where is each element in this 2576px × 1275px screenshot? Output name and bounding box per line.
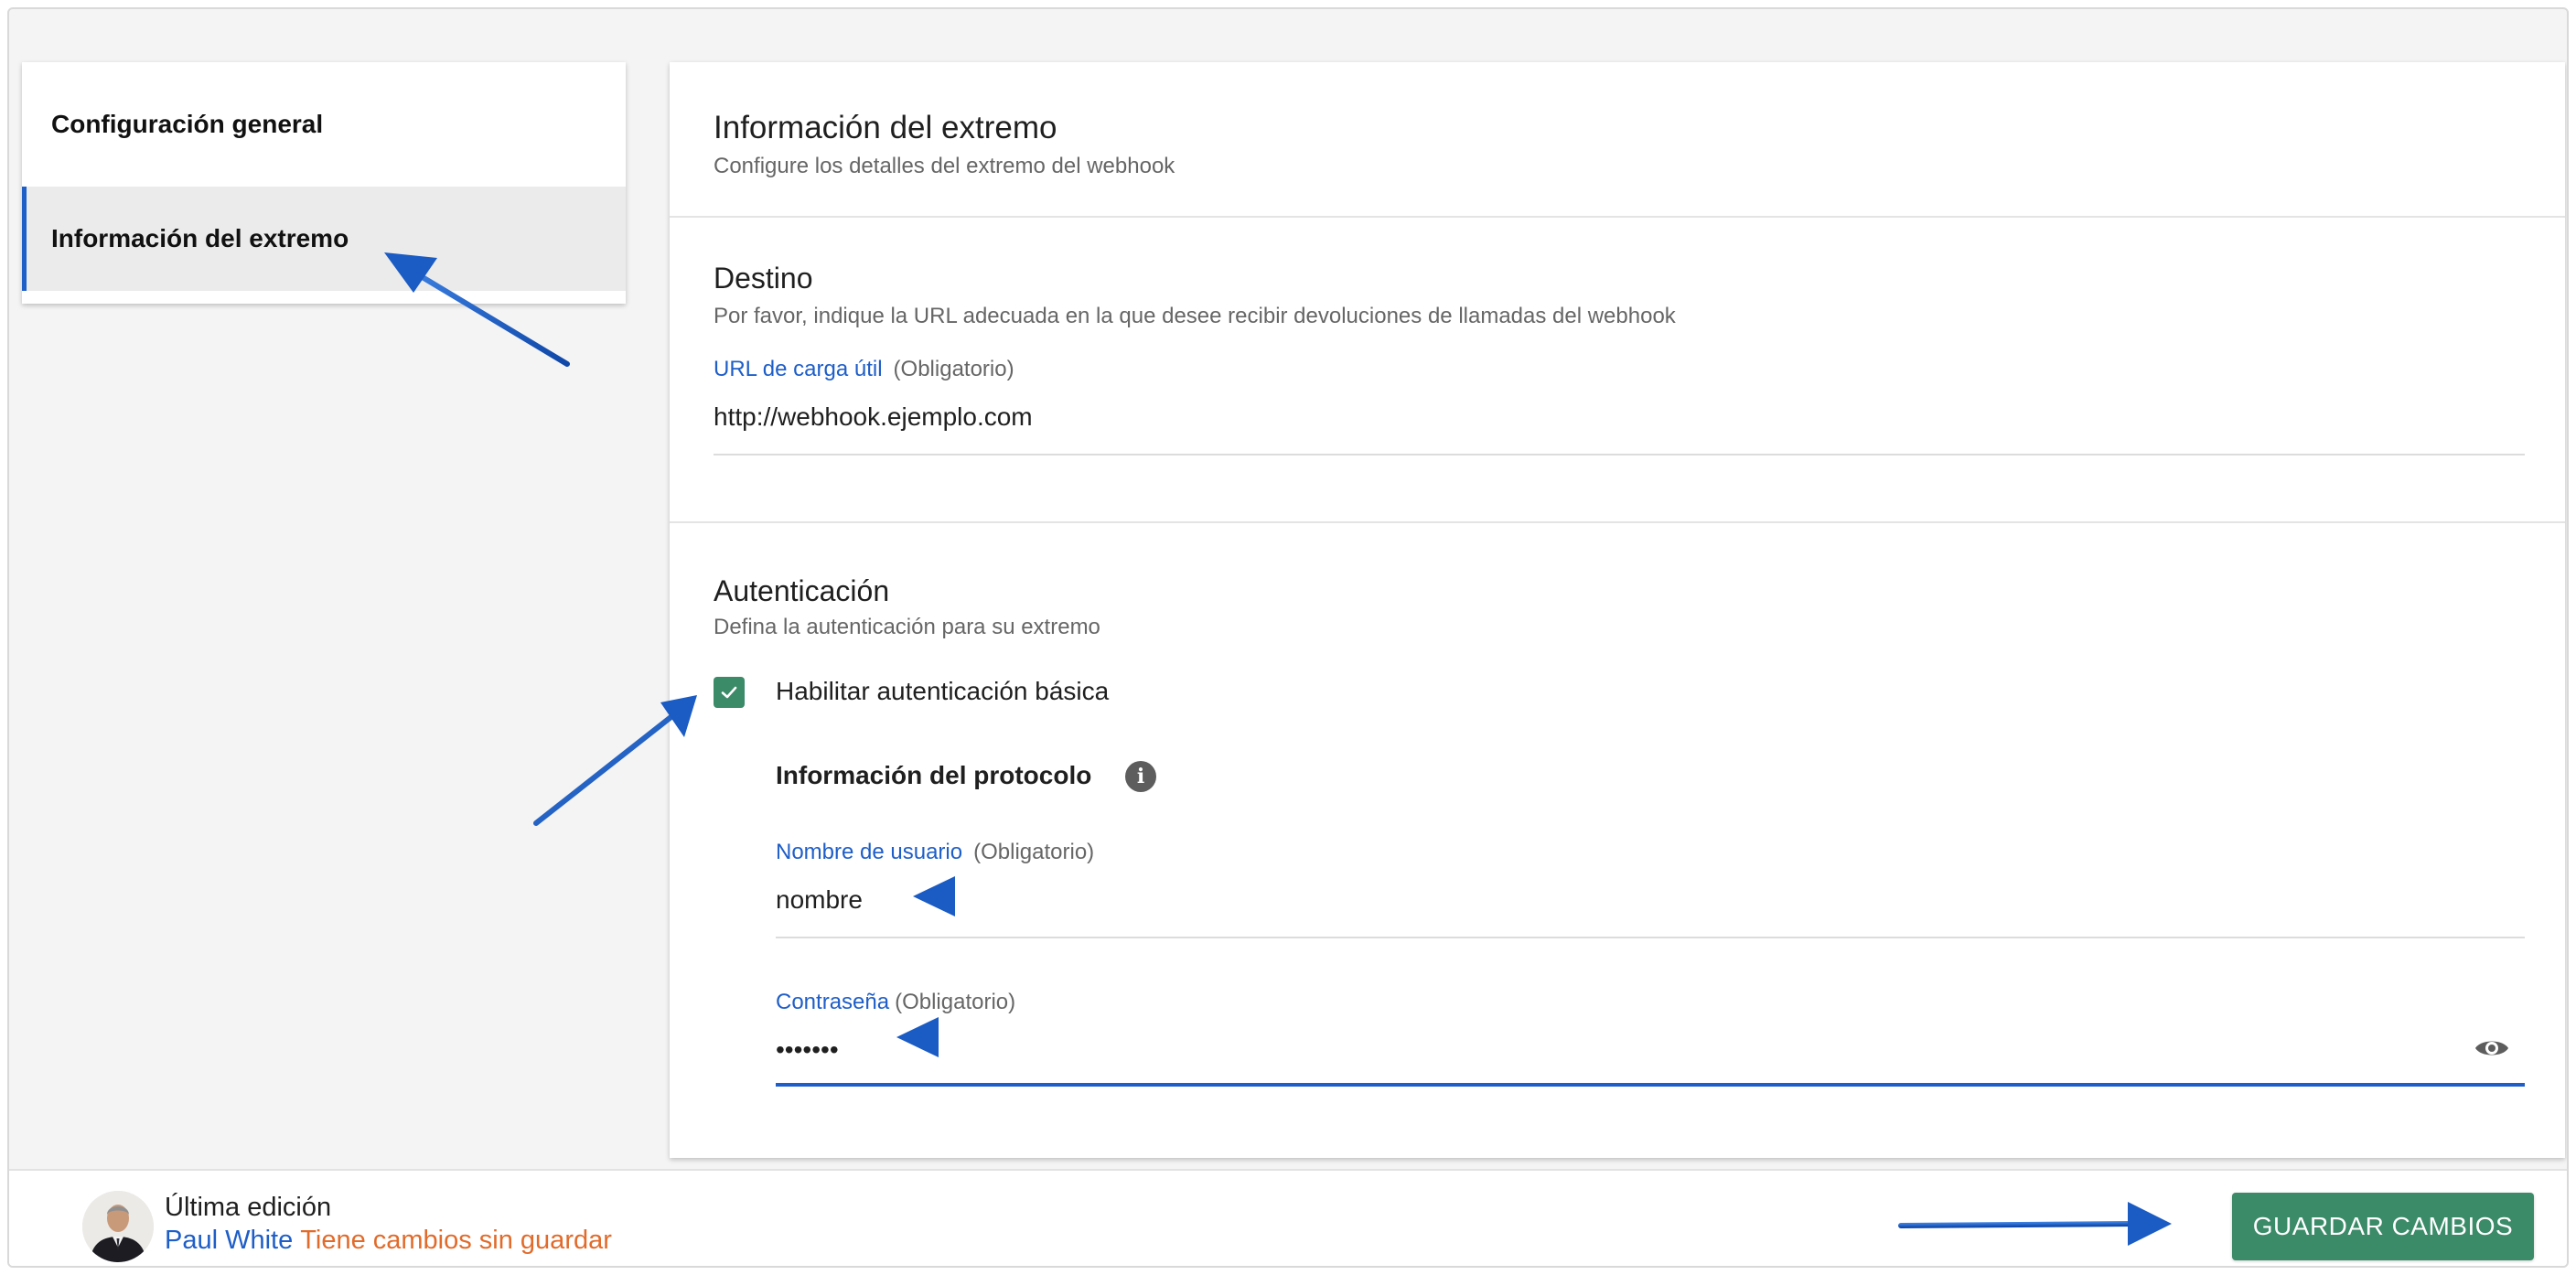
app-window: Configuración general Información del ex…	[7, 7, 2569, 1268]
url-input[interactable]: http://webhook.ejemplo.com	[714, 402, 1033, 432]
auth-subtitle: Defina la autenticación para su extremo	[714, 615, 1100, 639]
page-subtitle: Configure los detalles del extremo del w…	[714, 154, 1175, 178]
auth-title: Autenticación	[714, 574, 890, 607]
last-edit-label: Última edición	[165, 1193, 332, 1222]
password-required-note: (Obligatorio)	[895, 990, 1016, 1014]
password-input[interactable]: •••••••	[776, 1035, 839, 1065]
url-required-note: (Obligatorio)	[893, 357, 1014, 381]
avatar-image	[82, 1191, 154, 1262]
url-label: URL de carga útil (Obligatorio)	[714, 357, 1014, 382]
username-label-text: Nombre de usuario	[776, 840, 963, 864]
destination-subtitle: Por favor, indique la URL adecuada en la…	[714, 304, 1676, 328]
username-input-underline	[776, 937, 2525, 938]
basic-auth-checkbox[interactable]	[714, 677, 745, 708]
sidebar-item-label: Información del extremo	[51, 224, 349, 252]
username-input[interactable]: nombre	[776, 885, 863, 915]
last-edit-info: Paul White Tiene cambios sin guardar	[165, 1226, 612, 1256]
protocol-info-title: Información del protocolo	[776, 761, 1092, 789]
sidebar-item-endpoint-info[interactable]: Información del extremo	[22, 187, 626, 291]
sidebar-item-label: Configuración general	[51, 110, 324, 138]
sidebar-item-general-settings[interactable]: Configuración general	[22, 62, 626, 187]
save-changes-button[interactable]: GUARDAR CAMBIOS	[2232, 1193, 2534, 1260]
page-title: Información del extremo	[714, 110, 1057, 145]
unsaved-status: Tiene cambios sin guardar	[300, 1226, 612, 1255]
user-name[interactable]: Paul White	[165, 1226, 293, 1255]
eye-icon[interactable]	[2474, 1035, 2510, 1061]
basic-auth-label[interactable]: Habilitar autenticación básica	[776, 677, 1109, 706]
check-icon	[721, 686, 737, 699]
destination-title: Destino	[714, 262, 813, 295]
info-icon[interactable]: i	[1125, 761, 1156, 792]
destination-section: Destino Por favor, indique la URL adecua…	[670, 218, 2565, 523]
username-label: Nombre de usuario (Obligatorio)	[776, 840, 1094, 865]
url-label-text: URL de carga útil	[714, 357, 883, 381]
panel-header: Información del extremo Configure los de…	[670, 62, 2565, 218]
url-input-underline	[714, 454, 2525, 455]
sidebar: Configuración general Información del ex…	[22, 62, 626, 304]
footer-bar: Última edición Paul White Tiene cambios s…	[9, 1169, 2567, 1266]
username-required-note: (Obligatorio)	[973, 840, 1095, 864]
password-label-text: Contraseña	[776, 990, 890, 1014]
endpoint-panel: Información del extremo Configure los de…	[670, 62, 2565, 1158]
password-input-underline	[776, 1083, 2525, 1087]
user-avatar	[82, 1191, 154, 1262]
password-label: Contraseña (Obligatorio)	[776, 990, 1015, 1015]
